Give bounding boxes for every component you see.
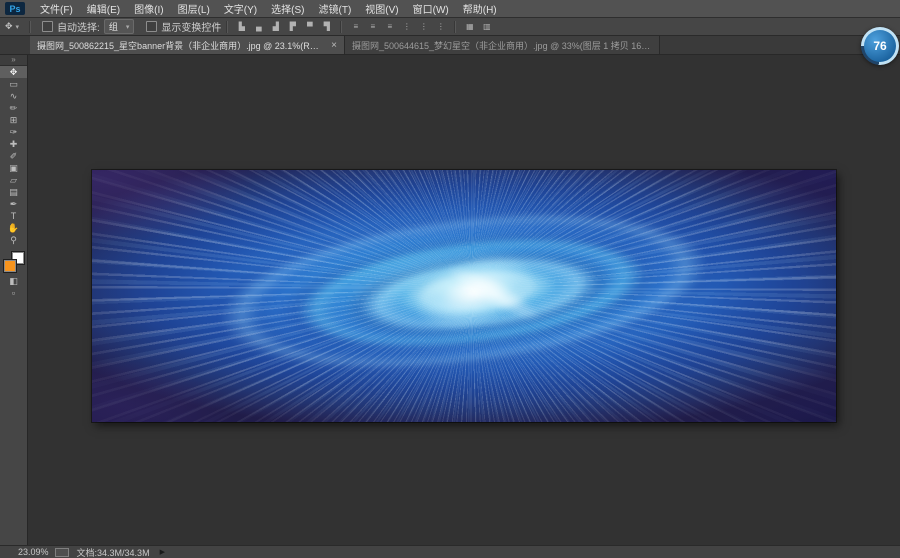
photoshop-window: Ps 文件(F) 编辑(E) 图像(I) 图层(L) 文字(Y) 选择(S) 滤… xyxy=(0,0,900,558)
brush-tool[interactable]: ✐ xyxy=(0,150,27,162)
hand-tool[interactable]: ✋ xyxy=(0,222,27,234)
menu-bar: Ps 文件(F) 编辑(E) 图像(I) 图层(L) 文字(Y) 选择(S) 滤… xyxy=(0,0,900,18)
options-extra-button[interactable]: ▥ xyxy=(479,20,494,33)
auto-select-dropdown[interactable]: 组 ▾ xyxy=(104,19,135,34)
menu-filter[interactable]: 滤镜(T) xyxy=(312,1,359,16)
align-horizontal-centers-button[interactable]: ▄ xyxy=(251,20,266,33)
menu-view[interactable]: 视图(V) xyxy=(358,1,405,16)
show-transform-label: 显示变换控件 xyxy=(161,19,221,34)
align-vertical-centers-button[interactable]: ▀ xyxy=(302,20,317,33)
menu-window[interactable]: 窗口(W) xyxy=(406,1,456,16)
menu-select[interactable]: 选择(S) xyxy=(264,1,311,16)
divider xyxy=(454,21,456,33)
divider xyxy=(226,21,228,33)
document-size-info: 文档:34.3M/34.3M xyxy=(77,546,150,558)
photoshop-logo-icon[interactable]: Ps xyxy=(5,2,25,15)
divider xyxy=(29,21,31,33)
zoom-level-field[interactable]: 23.09% xyxy=(18,547,49,557)
status-box xyxy=(55,548,69,557)
menu-file[interactable]: 文件(F) xyxy=(33,1,80,16)
quick-selection-tool[interactable]: ✏ xyxy=(0,102,27,114)
lasso-tool[interactable]: ∿ xyxy=(0,90,27,102)
badge-value: 76 xyxy=(873,39,886,53)
pen-tool[interactable]: ✒ xyxy=(0,198,27,210)
auto-align-layers-button[interactable]: ▦ xyxy=(462,20,477,33)
pasteboard[interactable]: » ✥ ▭ ∿ ✏ ⊞ ✑ ✚ ✐ ▣ ▱ ▤ ✒ T ✋ ⚲ ◧ ▫ xyxy=(0,54,900,546)
color-swatches[interactable] xyxy=(3,251,25,273)
auto-select-checkbox[interactable] xyxy=(42,21,53,32)
distribute-right-edges-button[interactable]: ⋮ xyxy=(433,20,448,33)
align-left-edges-button[interactable]: ▙ xyxy=(234,20,249,33)
auto-select-label: 自动选择: xyxy=(57,19,100,34)
tool-preset-picker[interactable]: ✥ ▾ xyxy=(0,21,24,32)
foreground-color-swatch[interactable] xyxy=(3,259,17,273)
galaxy-vignette xyxy=(92,170,836,422)
gradient-tool[interactable]: ▤ xyxy=(0,186,27,198)
distribute-bottom-edges-button[interactable]: ≡ xyxy=(382,20,397,33)
distribute-top-edges-button[interactable]: ≡ xyxy=(348,20,363,33)
menu-layer[interactable]: 图层(L) xyxy=(171,1,217,16)
move-tool[interactable]: ✥ xyxy=(0,66,27,78)
menu-image[interactable]: 图像(I) xyxy=(127,1,170,16)
distribute-left-edges-button[interactable]: ⋮ xyxy=(399,20,414,33)
menu-type[interactable]: 文字(Y) xyxy=(217,1,264,16)
screen-mode-button[interactable]: ▫ xyxy=(0,287,27,299)
auto-select-value: 组 xyxy=(109,20,118,33)
tools-panel: » ✥ ▭ ∿ ✏ ⊞ ✑ ✚ ✐ ▣ ▱ ▤ ✒ T ✋ ⚲ ◧ ▫ xyxy=(0,54,28,546)
menu-edit[interactable]: 编辑(E) xyxy=(80,1,127,16)
type-tool[interactable]: T xyxy=(0,210,27,222)
document-tab-active[interactable]: 摄图网_500862215_星空banner背景（非企业商用）.jpg @ 23… xyxy=(30,36,345,54)
marquee-tool[interactable]: ▭ xyxy=(0,78,27,90)
document-canvas-galaxy-image[interactable] xyxy=(92,170,836,422)
divider xyxy=(340,21,342,33)
align-top-edges-button[interactable]: ▛ xyxy=(285,20,300,33)
chevron-down-icon: ▾ xyxy=(16,23,20,31)
overlay-progress-badge[interactable]: 76 xyxy=(861,27,899,65)
tab-title: 摄图网_500644615_梦幻星空（非企业商用）.jpg @ 33%(图层 1… xyxy=(352,39,652,52)
eyedropper-tool[interactable]: ✑ xyxy=(0,126,27,138)
document-tab-inactive[interactable]: 摄图网_500644615_梦幻星空（非企业商用）.jpg @ 33%(图层 1… xyxy=(345,36,660,54)
document-tab-bar: 摄图网_500862215_星空banner背景（非企业商用）.jpg @ 23… xyxy=(0,36,900,55)
status-expand-icon[interactable]: ▶ xyxy=(160,548,165,556)
move-tool-icon: ✥ xyxy=(5,21,13,32)
status-bar: 23.09% 文档:34.3M/34.3M ▶ xyxy=(0,545,900,558)
crop-tool[interactable]: ⊞ xyxy=(0,114,27,126)
panel-collapse-icon[interactable]: » xyxy=(0,54,27,66)
distribute-horizontal-centers-button[interactable]: ⋮ xyxy=(416,20,431,33)
distribute-vertical-centers-button[interactable]: ≡ xyxy=(365,20,380,33)
quick-mask-button[interactable]: ◧ xyxy=(0,275,27,287)
healing-brush-tool[interactable]: ✚ xyxy=(0,138,27,150)
eraser-tool[interactable]: ▱ xyxy=(0,174,27,186)
zoom-tool[interactable]: ⚲ xyxy=(0,234,27,246)
chevron-down-icon: ▾ xyxy=(126,23,130,31)
tab-title: 摄图网_500862215_星空banner背景（非企业商用）.jpg @ 23… xyxy=(37,39,324,52)
align-right-edges-button[interactable]: ▟ xyxy=(268,20,283,33)
clone-stamp-tool[interactable]: ▣ xyxy=(0,162,27,174)
align-bottom-edges-button[interactable]: ▜ xyxy=(319,20,334,33)
tool-options-bar: ✥ ▾ 自动选择: 组 ▾ 显示变换控件 ▙ ▄ ▟ ▛ ▀ ▜ ≡ ≡ ≡ ⋮… xyxy=(0,18,900,36)
close-icon[interactable]: × xyxy=(329,40,337,51)
menu-help[interactable]: 帮助(H) xyxy=(456,1,504,16)
show-transform-checkbox[interactable] xyxy=(146,21,157,32)
